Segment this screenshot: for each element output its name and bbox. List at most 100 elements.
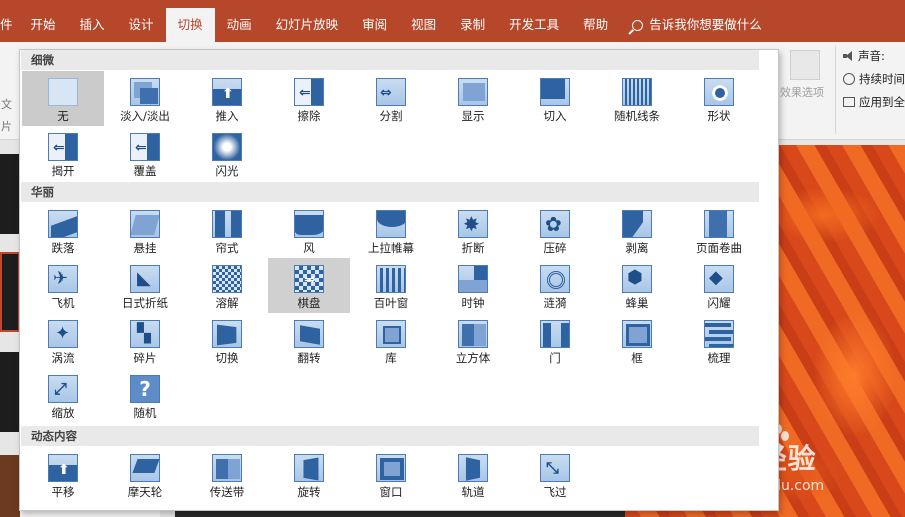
transition-label: 摩天轮 (127, 485, 163, 499)
transition-item[interactable]: ✈ 飞机 (22, 258, 104, 313)
transition-item[interactable]: ⇐ 揭开 (22, 126, 104, 181)
transition-item[interactable]: 框 (596, 313, 678, 368)
apply-to-all-button[interactable]: 应用到全 (843, 94, 905, 110)
transition-item[interactable]: ? 随机 (104, 368, 186, 423)
gallery-section-header: 细微 (21, 50, 759, 70)
transition-label: 飞机 (51, 296, 75, 310)
tab-3[interactable]: 切换 (165, 8, 215, 42)
effect-options-label[interactable]: 效果选项 (780, 84, 824, 100)
transition-item[interactable]: 闪光 (186, 126, 268, 181)
transition-item[interactable]: 上拉帷幕 (350, 203, 432, 258)
transition-label: 库 (385, 351, 397, 365)
transition-item[interactable]: 切换 (186, 313, 268, 368)
transition-label: 百叶窗 (373, 296, 409, 310)
flash-icon (212, 133, 242, 161)
transition-item[interactable]: 立方体 (432, 313, 514, 368)
window-icon (376, 454, 406, 482)
cut-icon (540, 78, 570, 106)
tab-5[interactable]: 幻灯片放映 (264, 8, 351, 42)
transition-item[interactable]: 门 (514, 313, 596, 368)
transition-item[interactable]: ⇔ 分割 (350, 71, 432, 126)
duration-control[interactable]: 持续时间 (843, 71, 905, 87)
tab-0[interactable]: 开始 (19, 8, 68, 42)
slide-thumbnail-selected[interactable] (0, 252, 20, 332)
sound-control[interactable]: 声音: (843, 48, 885, 64)
tab-8[interactable]: 录制 (448, 8, 497, 42)
tab-9[interactable]: 开发工具 (497, 8, 571, 42)
transition-item[interactable]: 跌落 (22, 203, 104, 258)
transition-label: 闪光 (215, 164, 239, 178)
transition-item[interactable]: ◣ 日式折纸 (104, 258, 186, 313)
transition-item[interactable]: ⬢ 蜂巢 (596, 258, 678, 313)
transition-item[interactable]: 传送带 (186, 447, 268, 502)
transition-item[interactable]: ⤢ 缩放 (22, 368, 104, 423)
transition-item[interactable]: 淡入/淡出 (104, 71, 186, 126)
transition-item[interactable]: 帘式 (186, 203, 268, 258)
shred-icon: ▚ (130, 320, 160, 348)
transition-item[interactable]: 旋转 (268, 447, 350, 502)
clock-icon (843, 73, 855, 85)
transition-label: 缩放 (51, 406, 75, 420)
transition-item[interactable]: 页面卷曲 (678, 203, 760, 258)
fade-icon (130, 78, 160, 106)
transition-item[interactable]: ▚ 碎片 (104, 313, 186, 368)
transition-item[interactable]: 悬挂 (104, 203, 186, 258)
transition-item[interactable]: ⤡ 飞过 (514, 447, 596, 502)
transition-item[interactable]: ✿ 压碎 (514, 203, 596, 258)
curtains-icon (212, 210, 242, 238)
transition-item[interactable]: ⬆ 推入 (186, 71, 268, 126)
transition-item[interactable]: 溶解 (186, 258, 268, 313)
transition-item[interactable]: 显示 (432, 71, 514, 126)
transition-item[interactable]: 无 (22, 71, 104, 126)
transition-item[interactable]: 时钟 (432, 258, 514, 313)
shape-icon (704, 78, 734, 106)
pan-icon: ⬆ (48, 454, 78, 482)
transition-item[interactable]: ✦ 涡流 (22, 313, 104, 368)
transition-item[interactable]: 摩天轮 (104, 447, 186, 502)
transition-item[interactable]: ⇐ 覆盖 (104, 126, 186, 181)
tab-4[interactable]: 动画 (215, 8, 264, 42)
transition-item[interactable]: 涟漪 (514, 258, 596, 313)
transition-item[interactable]: 剥离 (596, 203, 678, 258)
tab-file-partial[interactable]: 件 (0, 8, 19, 42)
tab-10[interactable]: 帮助 (571, 8, 620, 42)
clock-icon (458, 265, 488, 293)
transition-item[interactable]: 风 (268, 203, 350, 258)
transition-item[interactable]: 形状 (678, 71, 760, 126)
transition-item[interactable]: 窗口 (350, 447, 432, 502)
ripple-icon (540, 265, 570, 293)
transition-item[interactable]: ⇒ 棋盘 (268, 258, 350, 313)
transition-item[interactable]: ⬆ 平移 (22, 447, 104, 502)
transition-label: 推入 (215, 109, 239, 123)
tab-2[interactable]: 设计 (117, 8, 166, 42)
uncover-icon: ⇐ (48, 133, 78, 161)
transition-label: 淡入/淡出 (120, 109, 170, 123)
transition-item[interactable]: 轨道 (432, 447, 514, 502)
origami-icon: ◣ (130, 265, 160, 293)
tab-1[interactable]: 插入 (68, 8, 117, 42)
transition-item[interactable]: ⇐ 擦除 (268, 71, 350, 126)
tab-6[interactable]: 审阅 (350, 8, 399, 42)
rotate-icon (294, 454, 324, 482)
slide-thumbnail[interactable] (0, 352, 20, 432)
transition-item[interactable]: ◆ 闪耀 (678, 258, 760, 313)
orbit-icon (458, 454, 488, 482)
transition-label: 分割 (379, 109, 403, 123)
transition-item[interactable]: 随机线条 (596, 71, 678, 126)
effect-options-icon[interactable] (790, 50, 820, 80)
transition-item[interactable]: 库 (350, 313, 432, 368)
apply-all-label: 应用到全 (859, 95, 905, 109)
transition-item[interactable]: 百叶窗 (350, 258, 432, 313)
slide-thumbnail[interactable] (0, 455, 20, 517)
slide-thumbnail[interactable] (0, 154, 20, 234)
transition-item[interactable]: 翻转 (268, 313, 350, 368)
tell-me-search[interactable]: 告诉我你想要做什么 (620, 8, 774, 42)
transition-label: 窗口 (379, 485, 403, 499)
transitions-gallery: 细微无 淡入/淡出 ⬆ 推入 ⇐ 擦除 ⇔ 分割 显示 切入 随机线条 形状 ⇐ 揭开 ⇐ 覆盖 闪光 华丽 跌落 悬… (19, 49, 779, 511)
transition-label: 日式折纸 (122, 296, 168, 310)
fly-through-icon: ⤡ (540, 454, 570, 482)
transition-item[interactable]: 梳理 (678, 313, 760, 368)
tab-7[interactable]: 视图 (399, 8, 448, 42)
transition-item[interactable]: ✸ 折断 (432, 203, 514, 258)
transition-item[interactable]: 切入 (514, 71, 596, 126)
